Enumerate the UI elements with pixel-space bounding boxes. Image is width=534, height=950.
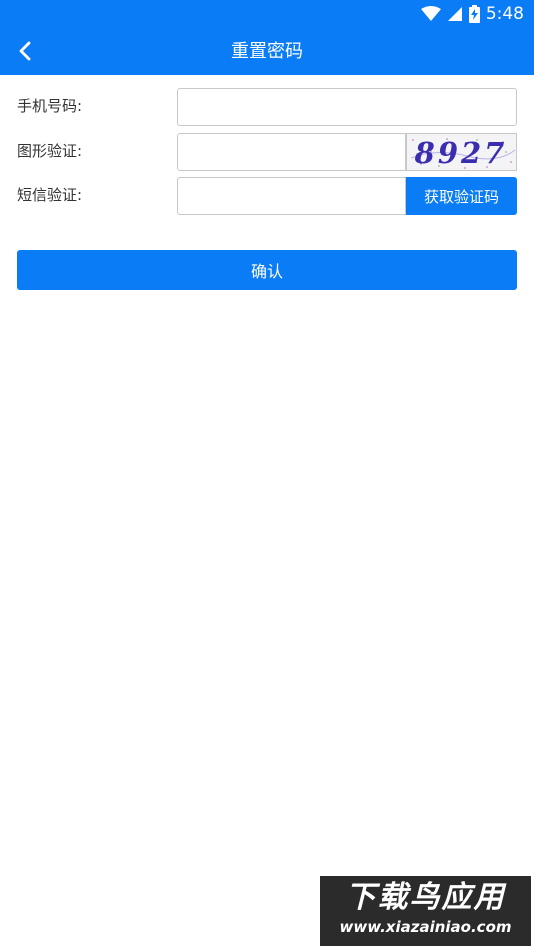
phone-label: 手机号码: (17, 97, 83, 115)
sms-code-input[interactable] (177, 177, 406, 215)
chevron-left-icon (19, 41, 31, 61)
sms-row: 短信验证: 获取验证码 (0, 177, 534, 217)
watermark: 下载鸟应用 www.xiazainiao.com (320, 876, 531, 946)
status-time: 5:48 (485, 4, 524, 24)
phone-input[interactable] (177, 88, 517, 126)
app-bar: 重置密码 (0, 28, 534, 75)
captcha-image[interactable]: 8927 (406, 133, 517, 171)
phone-row: 手机号码: (0, 88, 534, 128)
captcha-row: 图形验证: 8927 (0, 133, 534, 173)
wifi-icon (420, 6, 441, 21)
signal-icon (447, 7, 462, 21)
confirm-button[interactable]: 确认 (17, 250, 517, 290)
captcha-input[interactable] (177, 133, 406, 171)
get-sms-code-button[interactable]: 获取验证码 (406, 177, 517, 215)
page-title: 重置密码 (231, 41, 303, 62)
status-bar: 5:48 (0, 0, 534, 28)
reset-password-screen: 5:48 重置密码 手机号码: 图形验证: 8927 短信验证: 获取验证码 确… (0, 0, 534, 950)
back-button[interactable] (10, 36, 40, 66)
watermark-url: www.xiazainiao.com (339, 918, 512, 936)
captcha-label: 图形验证: (17, 142, 83, 160)
watermark-title: 下载鸟应用 (345, 880, 506, 915)
status-icons: 5:48 (420, 3, 524, 25)
captcha-text: 8927 (414, 136, 508, 170)
sms-label: 短信验证: (17, 186, 83, 204)
battery-charging-icon (468, 5, 480, 23)
